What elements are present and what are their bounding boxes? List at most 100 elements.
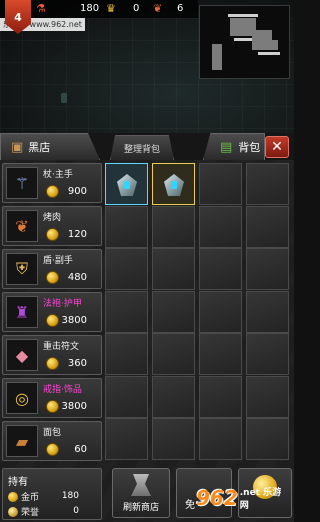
shop-panel: ⚚ 杖·主手 900 ❦ 烤肉 120 ⛨ 盾·副手 480 ♜ 法袍·护甲 3…: [0, 160, 294, 522]
refresh-shop-button[interactable]: 刷新商店: [112, 468, 170, 518]
coin-icon: [46, 443, 59, 456]
inventory-slot[interactable]: [105, 333, 148, 375]
shop-item-name: 重击符文: [43, 342, 80, 352]
coin-icon: [46, 228, 59, 241]
minimap-corridor: [212, 44, 222, 70]
shop-item-name: 烤肉: [43, 213, 62, 223]
inventory-slot[interactable]: [199, 248, 242, 290]
tab-black-market[interactable]: ▣ 黑店: [0, 133, 100, 160]
holdings-honor-label: 荣誉: [21, 508, 40, 518]
tab-backpack-label: 背包: [238, 141, 261, 154]
site-logo-main: 962: [196, 486, 238, 510]
inventory-slot[interactable]: [105, 205, 148, 248]
inventory-slot[interactable]: [105, 163, 148, 205]
coin-icon: [8, 491, 18, 502]
close-button[interactable]: ✕: [265, 136, 289, 158]
tab-strip: ▣ 黑店 整理背包 ▤ 背包 ✕: [0, 133, 294, 160]
pedestal-icon: [131, 474, 151, 496]
inventory-slot[interactable]: [152, 248, 195, 290]
inventory-slot[interactable]: [246, 163, 289, 205]
inventory-slot[interactable]: [105, 418, 148, 460]
meat-icon: ❦: [153, 2, 163, 15]
holdings-panel: 持有 金币 180 荣誉 0: [2, 468, 102, 520]
inventory-slot[interactable]: [105, 290, 148, 333]
crown-icon: ♛: [106, 2, 116, 15]
crate-icon: ▣: [11, 139, 24, 155]
inventory-slot[interactable]: [152, 163, 195, 205]
level-value: 4: [14, 11, 22, 24]
holdings-gold-row: 金币: [8, 490, 39, 503]
holdings-gold-value: 180: [61, 491, 79, 501]
hud-crown-value: 0: [133, 3, 140, 14]
shop-item-price: 900: [67, 186, 87, 197]
coin-icon: [46, 400, 59, 413]
site-logo: 962 .net 乐游网: [196, 474, 294, 522]
inventory-slot[interactable]: [105, 375, 148, 418]
lantern-icon: [61, 93, 67, 103]
inventory-slot[interactable]: [246, 248, 289, 290]
inventory-slot[interactable]: [199, 290, 242, 333]
minimap-wall: [258, 52, 280, 55]
hud-meat-value: 6: [177, 3, 184, 14]
shop-item-name: 法袍·护甲: [43, 299, 82, 309]
meat-icon: ❦: [6, 210, 38, 242]
sort-bag-button[interactable]: 整理背包: [110, 135, 174, 160]
backpack-icon: ▤: [220, 139, 233, 155]
inventory-slot[interactable]: [199, 333, 242, 375]
shop-item-price: 60: [74, 444, 87, 455]
inventory-slot[interactable]: [246, 418, 289, 460]
shop-item-name: 杖·主手: [43, 170, 73, 180]
inventory-slot[interactable]: [152, 375, 195, 418]
inventory-slot[interactable]: [105, 248, 148, 290]
staff-icon: ⚚: [6, 167, 38, 199]
inventory-slot[interactable]: [246, 375, 289, 418]
robe-icon: ♜: [6, 296, 38, 328]
shop-item-robe[interactable]: ♜ 法袍·护甲 3800: [2, 292, 102, 332]
inventory-slot[interactable]: [152, 333, 195, 375]
inventory-slot[interactable]: [246, 333, 289, 375]
holdings-honor-value: 0: [73, 506, 79, 516]
minimap[interactable]: [199, 5, 290, 79]
sort-bag-label: 整理背包: [123, 144, 160, 155]
gem-core: [124, 181, 130, 189]
shop-item-rune[interactable]: ◆ 重击符文 360: [2, 335, 102, 375]
gem-core: [171, 181, 177, 189]
shop-item-price: 360: [67, 358, 87, 369]
inventory-slot[interactable]: [199, 418, 242, 460]
free-refresh-label: 免: [185, 500, 195, 511]
shop-item-list: ⚚ 杖·主手 900 ❦ 烤肉 120 ⛨ 盾·副手 480 ♜ 法袍·护甲 3…: [2, 160, 102, 461]
inventory-slot[interactable]: [199, 205, 242, 248]
tab-black-market-label: 黑店: [28, 141, 51, 154]
holdings-title: 持有: [8, 477, 28, 488]
shop-item-staff[interactable]: ⚚ 杖·主手 900: [2, 163, 102, 203]
tab-backpack[interactable]: ▤ 背包: [203, 133, 265, 160]
coin-icon: [46, 271, 59, 284]
inventory-slot[interactable]: [152, 290, 195, 333]
inventory-slot[interactable]: [199, 163, 242, 205]
shop-item-shield[interactable]: ⛨ 盾·副手 480: [2, 249, 102, 289]
shop-item-price: 3800: [61, 315, 87, 326]
shop-item-bread[interactable]: ▰ 面包 60: [2, 421, 102, 461]
minimap-wall: [234, 38, 252, 41]
ring-icon: ◎: [6, 382, 38, 414]
shop-item-price: 120: [67, 229, 87, 240]
shop-item-ring[interactable]: ◎ 戒指·饰品 3800: [2, 378, 102, 418]
inventory-slot[interactable]: [199, 375, 242, 418]
inventory-slot[interactable]: [152, 205, 195, 248]
minimap-room: [262, 40, 278, 50]
coin-icon: [46, 185, 59, 198]
inventory-slot[interactable]: [152, 418, 195, 460]
inventory-slot[interactable]: [246, 205, 289, 248]
shop-item-price: 480: [67, 272, 87, 283]
dungeon-view: ⚗ 180 ♛ 0 ❦ 6 4 乐游网 www.962.net: [0, 0, 294, 133]
site-logo-sub: .net 乐游网: [239, 488, 282, 511]
close-icon: ✕: [271, 139, 283, 155]
inventory-grid: [105, 163, 294, 461]
holdings-gold-label: 金币: [21, 493, 40, 503]
shop-item-name: 面包: [43, 428, 62, 438]
refresh-shop-label: 刷新商店: [122, 503, 159, 513]
inventory-slot[interactable]: [246, 290, 289, 333]
coin-icon: [46, 314, 59, 327]
rune-icon: ◆: [6, 339, 38, 371]
shop-item-roast-meat[interactable]: ❦ 烤肉 120: [2, 206, 102, 246]
